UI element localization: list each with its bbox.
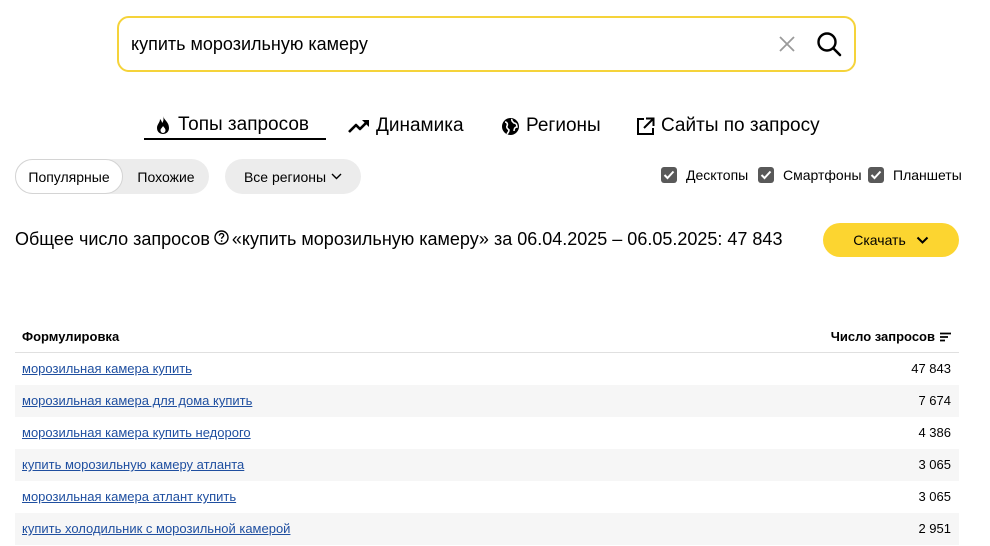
toggle-popular[interactable]: Популярные [15, 159, 123, 194]
trend-icon [348, 120, 369, 133]
query-link[interactable]: морозильная камера купить [22, 361, 192, 376]
table-row: морозильная камера купить недорого 4 386 [15, 417, 959, 449]
total-queries: Общее число запросов «купить морозильную… [15, 229, 782, 250]
query-count: 3 065 [918, 457, 951, 472]
tab-label: Регионы [526, 115, 601, 136]
search-icon[interactable] [815, 30, 843, 58]
chevron-down-icon [916, 236, 928, 244]
flame-icon [157, 115, 169, 134]
checkbox-checked-icon[interactable] [868, 167, 884, 183]
tab-label: Сайты по запросу [661, 115, 820, 136]
tab-top-queries[interactable]: Топы запросов [144, 111, 326, 140]
column-header-count-label: Число запросов [830, 329, 935, 344]
device-tablet[interactable]: Планшеты [868, 167, 962, 183]
region-select[interactable]: Все регионы [225, 159, 361, 194]
help-icon[interactable] [214, 229, 229, 250]
checkbox-checked-icon[interactable] [661, 167, 677, 183]
region-select-label: Все регионы [243, 168, 327, 185]
globe-icon [502, 117, 519, 135]
query-count: 47 843 [911, 361, 951, 376]
table-row: морозильная камера купить 47 843 [15, 353, 959, 385]
table-header: Формулировка Число запросов [15, 322, 959, 353]
tab-sites[interactable]: Сайты по запросу [636, 111, 820, 141]
tab-label: Топы запросов [178, 113, 309, 135]
popular-similar-toggle: Популярные Похожие [15, 159, 209, 194]
tab-regions[interactable]: Регионы [501, 111, 601, 141]
table-row: морозильная камера для дома купить 7 674 [15, 385, 959, 417]
query-count: 3 065 [918, 489, 951, 504]
total-prefix: Общее число запросов [15, 229, 210, 249]
query-link[interactable]: купить морозильную камеру атланта [22, 457, 244, 472]
download-button[interactable]: Скачать [823, 223, 959, 257]
search-input[interactable] [131, 18, 771, 70]
tabs: Топы запросов Динамика Регионы Сайты по … [0, 111, 990, 143]
query-link[interactable]: купить холодильник с морозильной камерой [22, 521, 290, 536]
query-count: 4 386 [918, 425, 951, 440]
toggle-similar[interactable]: Похожие [123, 159, 209, 194]
queries-table: Формулировка Число запросов морозильная … [15, 322, 959, 545]
tab-label: Динамика [376, 115, 464, 136]
table-row: морозильная камера атлант купить 3 065 [15, 481, 959, 513]
query-link[interactable]: морозильная камера для дома купить [22, 393, 252, 408]
clear-search-icon[interactable] [777, 34, 797, 54]
device-label: Десктопы [686, 167, 749, 183]
download-label: Скачать [853, 232, 906, 248]
query-link[interactable]: морозильная камера купить недорого [22, 425, 251, 440]
external-link-icon [637, 117, 655, 135]
total-suffix: «купить морозильную камеру» за 06.04.202… [231, 229, 783, 249]
table-row: купить холодильник с морозильной камерой… [15, 513, 959, 545]
search-box [117, 16, 856, 72]
sort-icon [940, 332, 951, 341]
column-header-phrase: Формулировка [22, 329, 120, 344]
table-row: купить морозильную камеру атланта 3 065 [15, 449, 959, 481]
query-count: 2 951 [918, 521, 951, 536]
query-link[interactable]: морозильная камера атлант купить [22, 489, 236, 504]
checkbox-checked-icon[interactable] [758, 167, 774, 183]
query-count: 7 674 [918, 393, 951, 408]
device-label: Планшеты [893, 167, 962, 183]
column-header-count[interactable]: Число запросов [831, 329, 951, 344]
chevron-down-icon [331, 173, 342, 180]
device-smartphone[interactable]: Смартфоны [758, 167, 862, 183]
device-desktop[interactable]: Десктопы [661, 167, 748, 183]
table-body: морозильная камера купить 47 843 морозил… [15, 353, 959, 545]
tab-dynamics[interactable]: Динамика [348, 111, 464, 141]
device-label: Смартфоны [783, 167, 862, 183]
